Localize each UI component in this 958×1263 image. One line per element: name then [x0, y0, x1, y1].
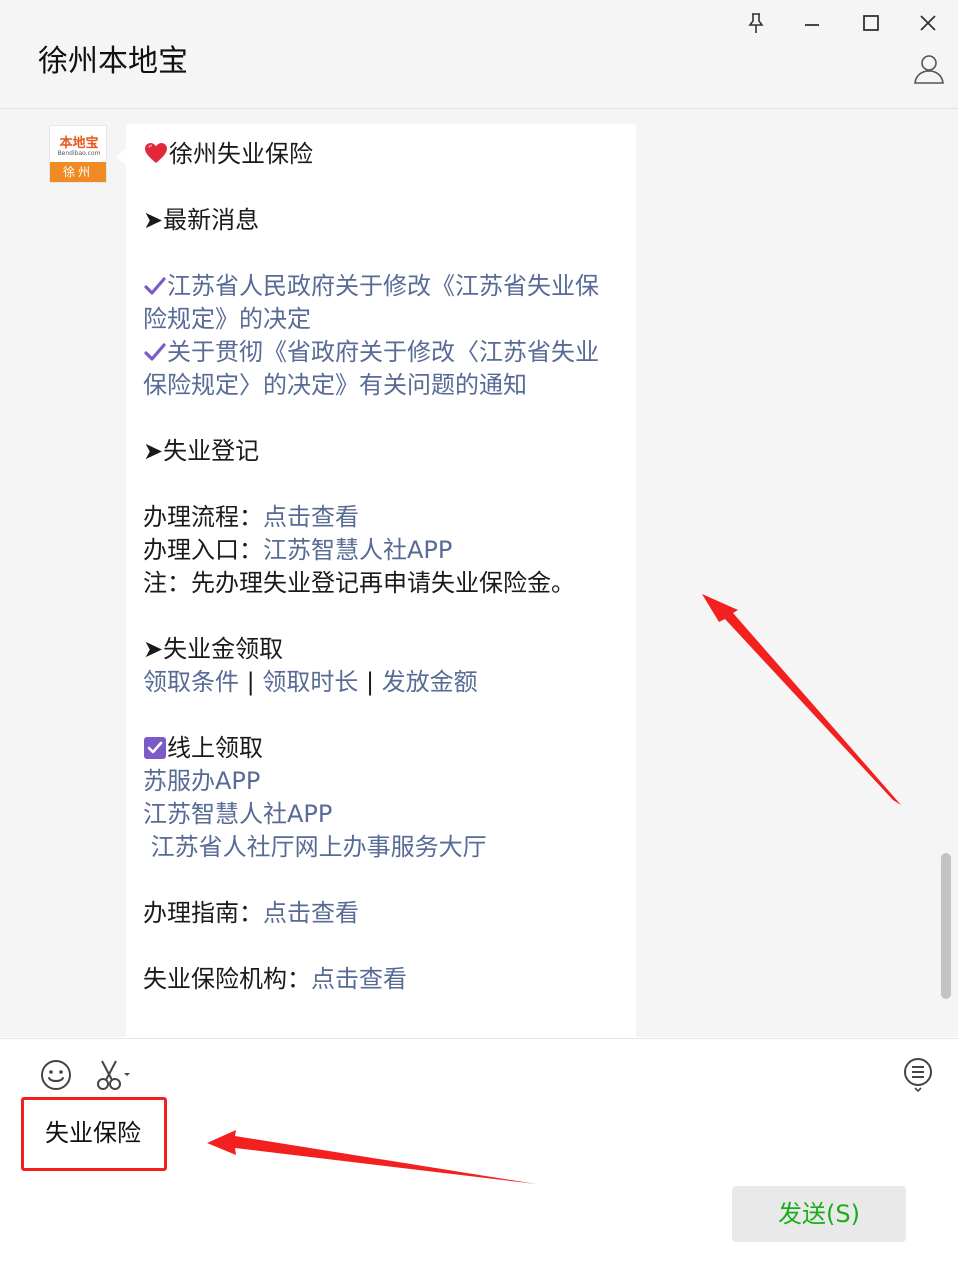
bubble-pointer: [116, 149, 126, 165]
profile-icon[interactable]: [912, 52, 946, 86]
news-link-1-cont[interactable]: 险规定》的决定: [143, 305, 311, 333]
note-text: 注：先办理失业登记再申请失业保险金。: [143, 569, 575, 597]
check-icon: [143, 273, 167, 295]
news-link-2-cont[interactable]: 保险规定〉的决定》有关问题的通知: [143, 371, 527, 399]
news-link-1[interactable]: 江苏省人民政府关于修改《江苏省失业保: [167, 272, 599, 300]
section-heading-registration: ➤失业登记: [143, 437, 260, 465]
chat-history-icon[interactable]: [900, 1055, 936, 1093]
org-link[interactable]: 点击查看: [311, 965, 407, 993]
online-link-hr-hall[interactable]: 江苏省人社厅网上办事服务大厅: [143, 833, 487, 861]
message-bubble: 徐州失业保险 ➤最新消息 江苏省人民政府关于修改《江苏省失业保 险规定》的决定 …: [126, 124, 636, 1037]
claim-amount-link[interactable]: 发放金额: [382, 668, 478, 696]
avatar-logo-text: 本地宝: [59, 136, 99, 151]
maximize-icon[interactable]: [856, 8, 886, 38]
window-title: 徐州本地宝: [38, 44, 188, 79]
online-link-sufuban[interactable]: 苏服办APP: [143, 767, 260, 795]
entry-label: 办理入口：: [143, 536, 263, 564]
minimize-icon[interactable]: [797, 8, 827, 38]
pin-icon[interactable]: [741, 8, 771, 38]
input-toolbar: [0, 1038, 958, 1099]
news-link-2[interactable]: 关于贯彻《省政府关于修改〈江苏省失业: [167, 338, 599, 366]
annotation-highlight-box: [21, 1097, 167, 1171]
avatar[interactable]: 本地宝 Bendibao.com 徐州: [49, 125, 107, 183]
process-label: 办理流程：: [143, 503, 263, 531]
scissors-icon[interactable]: [94, 1057, 130, 1093]
online-heading: 线上领取: [167, 734, 263, 762]
chat-scrollbar[interactable]: [941, 853, 951, 999]
online-link-smart-hr[interactable]: 江苏智慧人社APP: [143, 800, 332, 828]
title-bar: 徐州本地宝: [0, 0, 958, 109]
send-button[interactable]: 发送(S): [732, 1186, 906, 1242]
entry-link[interactable]: 江苏智慧人社APP: [263, 536, 452, 564]
checkbox-icon: [143, 736, 167, 760]
avatar-logo-domain: Bendibao.com: [57, 150, 101, 157]
emoji-icon[interactable]: [38, 1057, 74, 1093]
separator: |: [239, 668, 263, 696]
heart-icon: [143, 141, 169, 165]
avatar-city: 徐州: [50, 162, 106, 182]
org-label: 失业保险机构：: [143, 965, 311, 993]
process-link[interactable]: 点击查看: [263, 503, 359, 531]
message-title: 徐州失业保险: [169, 140, 313, 168]
claim-conditions-link[interactable]: 领取条件: [143, 668, 239, 696]
section-heading-news: ➤最新消息: [143, 206, 260, 234]
chat-area: 本地宝 Bendibao.com 徐州 徐州失业保险 ➤最新消息 江苏省人民政府…: [0, 109, 958, 1037]
guide-link[interactable]: 点击查看: [263, 899, 359, 927]
section-heading-claim: ➤失业金领取: [143, 635, 284, 663]
close-icon[interactable]: [913, 8, 943, 38]
check-icon: [143, 339, 167, 361]
separator: |: [358, 668, 382, 696]
message-content: 徐州失业保险 ➤最新消息 江苏省人民政府关于修改《江苏省失业保 险规定》的决定 …: [143, 138, 623, 996]
claim-duration-link[interactable]: 领取时长: [262, 668, 358, 696]
guide-label: 办理指南：: [143, 899, 263, 927]
